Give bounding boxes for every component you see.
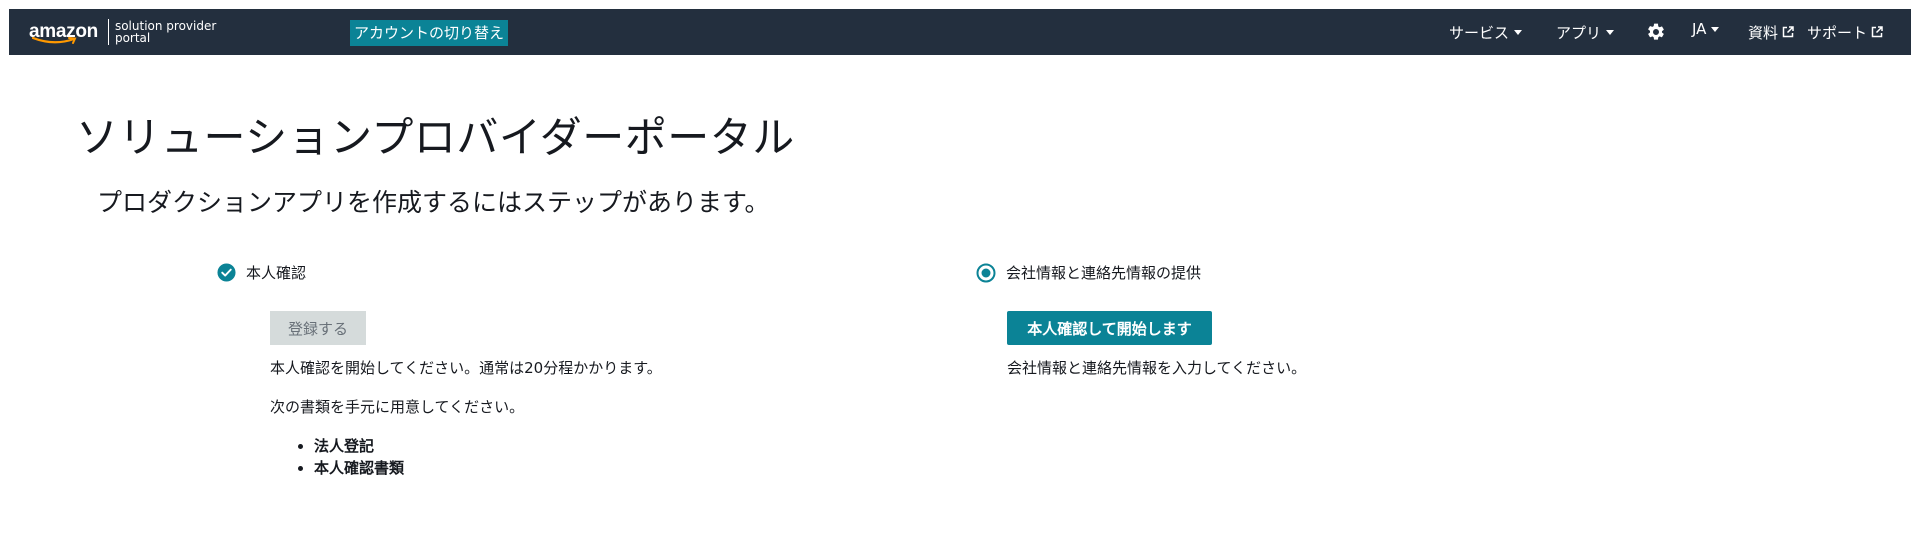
step-label: 会社情報と連絡先情報の提供 bbox=[1006, 264, 1202, 282]
list-item: 法人登記 bbox=[314, 435, 404, 457]
services-menu[interactable]: サービス bbox=[1449, 9, 1523, 55]
services-label: サービス bbox=[1449, 23, 1510, 42]
language-label: JA bbox=[1692, 20, 1707, 38]
page-subtitle: プロダクションアプリを作成するにはステップがあります。 bbox=[97, 188, 770, 217]
language-menu[interactable]: JA bbox=[1692, 9, 1720, 55]
documents-intro: 次の書類を手元に用意してください。 bbox=[270, 398, 525, 416]
start-verification-button[interactable]: 本人確認して開始します bbox=[1007, 311, 1212, 345]
resources-link[interactable]: 資料 bbox=[1748, 9, 1794, 55]
logo-divider bbox=[107, 19, 109, 45]
chevron-down-icon bbox=[1711, 27, 1720, 32]
required-documents-list: 法人登記 本人確認書類 bbox=[296, 435, 404, 479]
apps-label: アプリ bbox=[1556, 23, 1602, 42]
support-label: サポート bbox=[1807, 23, 1868, 42]
page-title: ソリューションプロバイダーポータル bbox=[76, 113, 795, 162]
resources-label: 資料 bbox=[1748, 23, 1779, 42]
apps-menu[interactable]: アプリ bbox=[1556, 9, 1615, 55]
logo-line-2: portal bbox=[114, 31, 151, 45]
step-description: 会社情報と連絡先情報を入力してください。 bbox=[1007, 359, 1307, 377]
amazon-solution-provider-portal-logo[interactable]: amazon solution provider portal bbox=[29, 18, 216, 46]
chevron-down-icon bbox=[1514, 29, 1523, 35]
amazon-smile-icon bbox=[32, 37, 77, 44]
chevron-down-icon bbox=[1606, 29, 1615, 35]
radio-selected-icon bbox=[976, 263, 996, 282]
check-circle-icon bbox=[217, 263, 236, 282]
support-link[interactable]: サポート bbox=[1807, 9, 1883, 55]
settings-button[interactable] bbox=[1646, 9, 1666, 55]
register-button[interactable]: 登録する bbox=[270, 311, 366, 345]
switch-account-button[interactable]: アカウントの切り替え bbox=[350, 20, 509, 46]
logo-product-name: solution provider portal bbox=[115, 20, 216, 44]
gear-icon bbox=[1648, 23, 1664, 40]
step-company-info: 会社情報と連絡先情報の提供 bbox=[976, 262, 1201, 283]
list-item: 本人確認書類 bbox=[314, 457, 404, 479]
external-link-icon bbox=[1782, 26, 1794, 38]
step-description: 本人確認を開始してください。通常は20分程かかります。 bbox=[270, 359, 662, 377]
external-link-icon bbox=[1871, 26, 1883, 38]
step-identity-verification: 本人確認 bbox=[217, 262, 306, 283]
top-navigation-bar: amazon solution provider portal アカウントの切り… bbox=[9, 9, 1911, 55]
step-label: 本人確認 bbox=[246, 264, 307, 282]
